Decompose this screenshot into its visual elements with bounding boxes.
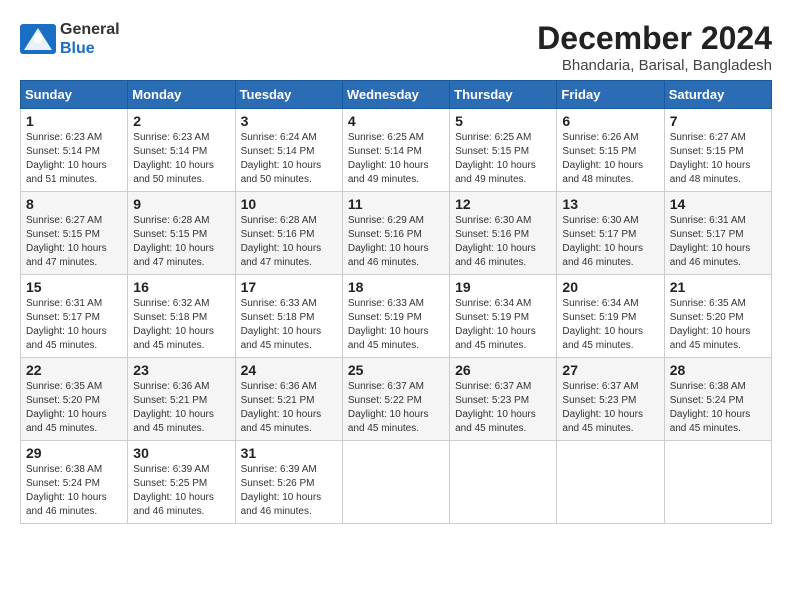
- calendar-table: Sunday Monday Tuesday Wednesday Thursday…: [20, 80, 772, 524]
- day-7: 7 Sunrise: 6:27 AMSunset: 5:15 PMDayligh…: [664, 109, 771, 192]
- day-26: 26 Sunrise: 6:37 AMSunset: 5:23 PMDaylig…: [450, 358, 557, 441]
- logo-text: General Blue: [60, 20, 120, 58]
- day-25: 25 Sunrise: 6:37 AMSunset: 5:22 PMDaylig…: [342, 358, 449, 441]
- day-3: 3 Sunrise: 6:24 AMSunset: 5:14 PMDayligh…: [235, 109, 342, 192]
- day-12: 12 Sunrise: 6:30 AMSunset: 5:16 PMDaylig…: [450, 192, 557, 275]
- calendar-header-row: Sunday Monday Tuesday Wednesday Thursday…: [21, 81, 772, 109]
- day-8: 8 Sunrise: 6:27 AMSunset: 5:15 PMDayligh…: [21, 192, 128, 275]
- calendar-week-1: 1 Sunrise: 6:23 AMSunset: 5:14 PMDayligh…: [21, 109, 772, 192]
- day-18: 18 Sunrise: 6:33 AMSunset: 5:19 PMDaylig…: [342, 275, 449, 358]
- day-22: 22 Sunrise: 6:35 AMSunset: 5:20 PMDaylig…: [21, 358, 128, 441]
- day-30: 30 Sunrise: 6:39 AMSunset: 5:25 PMDaylig…: [128, 441, 235, 524]
- col-wednesday: Wednesday: [342, 81, 449, 109]
- day-21: 21 Sunrise: 6:35 AMSunset: 5:20 PMDaylig…: [664, 275, 771, 358]
- day-6: 6 Sunrise: 6:26 AMSunset: 5:15 PMDayligh…: [557, 109, 664, 192]
- calendar-week-5: 29 Sunrise: 6:38 AMSunset: 5:24 PMDaylig…: [21, 441, 772, 524]
- logo-general: General: [60, 21, 120, 38]
- empty-cell: [450, 441, 557, 524]
- empty-cell: [664, 441, 771, 524]
- calendar-week-3: 15 Sunrise: 6:31 AMSunset: 5:17 PMDaylig…: [21, 275, 772, 358]
- day-11: 11 Sunrise: 6:29 AMSunset: 5:16 PMDaylig…: [342, 192, 449, 275]
- day-4: 4 Sunrise: 6:25 AMSunset: 5:14 PMDayligh…: [342, 109, 449, 192]
- col-friday: Friday: [557, 81, 664, 109]
- calendar-week-4: 22 Sunrise: 6:35 AMSunset: 5:20 PMDaylig…: [21, 358, 772, 441]
- day-16: 16 Sunrise: 6:32 AMSunset: 5:18 PMDaylig…: [128, 275, 235, 358]
- page-header: General Blue December 2024 Bhandaria, Ba…: [20, 20, 772, 74]
- logo-icon: [20, 24, 56, 54]
- day-10: 10 Sunrise: 6:28 AMSunset: 5:16 PMDaylig…: [235, 192, 342, 275]
- calendar-week-2: 8 Sunrise: 6:27 AMSunset: 5:15 PMDayligh…: [21, 192, 772, 275]
- day-15: 15 Sunrise: 6:31 AMSunset: 5:17 PMDaylig…: [21, 275, 128, 358]
- day-27: 27 Sunrise: 6:37 AMSunset: 5:23 PMDaylig…: [557, 358, 664, 441]
- empty-cell: [342, 441, 449, 524]
- calendar-title: December 2024: [537, 20, 772, 57]
- day-19: 19 Sunrise: 6:34 AMSunset: 5:19 PMDaylig…: [450, 275, 557, 358]
- day-9: 9 Sunrise: 6:28 AMSunset: 5:15 PMDayligh…: [128, 192, 235, 275]
- calendar-subtitle: Bhandaria, Barisal, Bangladesh: [537, 57, 772, 74]
- day-13: 13 Sunrise: 6:30 AMSunset: 5:17 PMDaylig…: [557, 192, 664, 275]
- logo-blue: Blue: [60, 40, 95, 57]
- logo: General Blue: [20, 20, 120, 58]
- day-23: 23 Sunrise: 6:36 AMSunset: 5:21 PMDaylig…: [128, 358, 235, 441]
- col-sunday: Sunday: [21, 81, 128, 109]
- col-monday: Monday: [128, 81, 235, 109]
- col-thursday: Thursday: [450, 81, 557, 109]
- title-block: December 2024 Bhandaria, Barisal, Bangla…: [537, 20, 772, 74]
- day-29: 29 Sunrise: 6:38 AMSunset: 5:24 PMDaylig…: [21, 441, 128, 524]
- day-24: 24 Sunrise: 6:36 AMSunset: 5:21 PMDaylig…: [235, 358, 342, 441]
- day-28: 28 Sunrise: 6:38 AMSunset: 5:24 PMDaylig…: [664, 358, 771, 441]
- day-5: 5 Sunrise: 6:25 AMSunset: 5:15 PMDayligh…: [450, 109, 557, 192]
- day-1: 1 Sunrise: 6:23 AMSunset: 5:14 PMDayligh…: [21, 109, 128, 192]
- day-31: 31 Sunrise: 6:39 AMSunset: 5:26 PMDaylig…: [235, 441, 342, 524]
- empty-cell: [557, 441, 664, 524]
- day-20: 20 Sunrise: 6:34 AMSunset: 5:19 PMDaylig…: [557, 275, 664, 358]
- day-17: 17 Sunrise: 6:33 AMSunset: 5:18 PMDaylig…: [235, 275, 342, 358]
- col-tuesday: Tuesday: [235, 81, 342, 109]
- col-saturday: Saturday: [664, 81, 771, 109]
- day-2: 2 Sunrise: 6:23 AMSunset: 5:14 PMDayligh…: [128, 109, 235, 192]
- day-14: 14 Sunrise: 6:31 AMSunset: 5:17 PMDaylig…: [664, 192, 771, 275]
